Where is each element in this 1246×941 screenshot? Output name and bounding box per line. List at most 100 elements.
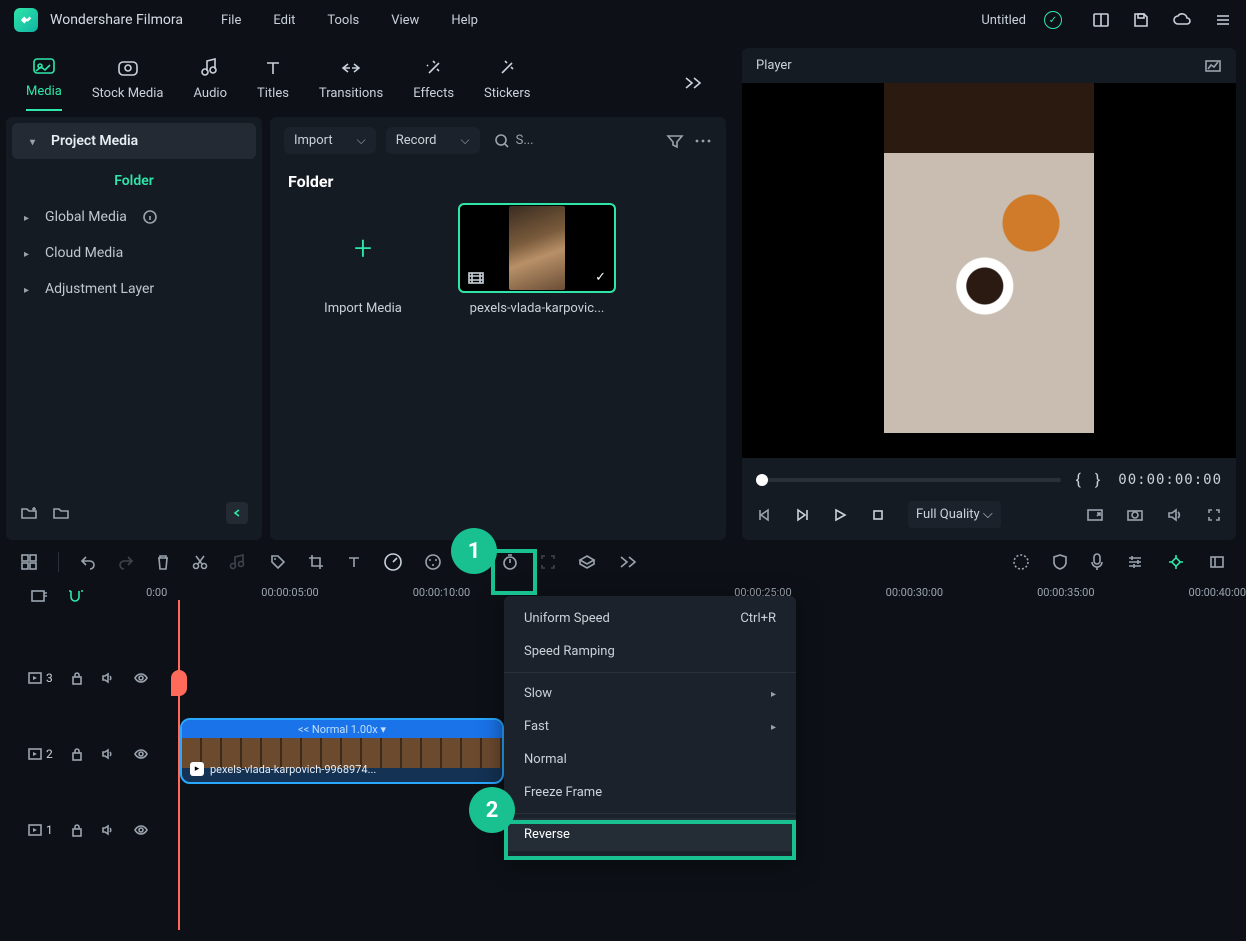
sidebar-cloud-media[interactable]: Cloud Media [6,235,262,271]
sidebar-adjustment-layer[interactable]: Adjustment Layer [6,271,262,307]
mixer-icon[interactable] [1126,554,1144,570]
toolbar-more-icon[interactable] [617,555,639,569]
tab-stock[interactable]: Stock Media [92,56,164,111]
eye-icon[interactable] [133,672,149,684]
fullscreen-icon[interactable] [1206,507,1222,523]
tab-stickers[interactable]: Stickers [484,56,530,111]
layout-icon[interactable] [1092,11,1110,29]
render-icon[interactable] [1012,553,1030,571]
save-icon[interactable] [1132,11,1150,29]
import-media-tile[interactable]: + Import Media [284,203,442,316]
ctx-slow[interactable]: Slow [504,677,796,710]
snapshot-icon[interactable] [1126,508,1144,522]
voiceover-icon[interactable] [1090,552,1104,572]
mute-icon[interactable] [101,748,115,760]
tab-media[interactable]: Media [26,54,62,111]
sidebar-project-media[interactable]: Project Media [12,123,256,159]
tab-transitions[interactable]: Transitions [319,56,383,111]
play-icon[interactable] [832,507,848,523]
sidebar-folder[interactable]: Folder [6,163,262,199]
play-step-icon[interactable] [794,507,810,523]
tab-audio[interactable]: Audio [194,56,227,111]
lock-icon[interactable] [71,747,83,761]
media-tile[interactable]: ✓ pexels-vlada-karpovic... [458,203,616,316]
stickers-icon [496,56,518,80]
main: Media Stock Media Audio Titles Transitio… [0,40,1246,540]
marker-icon[interactable] [1208,554,1226,570]
quality-select[interactable]: Full Quality ⌵ [908,501,1001,528]
crop-icon[interactable] [307,553,325,571]
search-placeholder: S... [516,133,534,148]
prev-frame-icon[interactable] [756,507,772,523]
playhead[interactable] [178,600,180,930]
filter-icon[interactable] [666,133,684,149]
ctx-fast[interactable]: Fast [504,710,796,743]
magnet-icon[interactable] [66,588,84,606]
redo-icon[interactable] [117,554,135,570]
tab-effects[interactable]: Effects [413,56,454,111]
player-panel-wrap: Player { } 00:00:00:00 Full Quality ⌵ [732,40,1246,540]
ctx-freeze-frame[interactable]: Freeze Frame [504,776,796,809]
undo-icon[interactable] [79,554,97,570]
menu-edit[interactable]: Edit [273,13,295,28]
addtrack-icon[interactable] [20,553,38,571]
split-icon[interactable] [191,553,209,571]
clip-speed-bar[interactable]: << Normal 1.00x ▾ [182,720,502,738]
app-logo [14,8,38,32]
mask-icon[interactable] [577,553,597,571]
record-dropdown[interactable]: Record [386,127,480,154]
tag-icon[interactable] [269,553,287,571]
ctx-normal[interactable]: Normal [504,743,796,776]
annotation-highlight-1 [491,549,537,595]
cloud-icon[interactable] [1172,11,1192,29]
menu-view[interactable]: View [391,13,419,28]
text-icon[interactable] [345,553,363,571]
player-preview[interactable] [742,83,1236,458]
audio-beat-icon[interactable] [229,553,249,571]
sidebar-global-media[interactable]: Global Media [6,199,262,235]
more-icon[interactable] [694,138,712,144]
ctx-label: Freeze Frame [524,785,602,800]
ctx-speed-ramping[interactable]: Speed Ramping [504,635,796,668]
mute-icon[interactable] [101,824,115,836]
menu-tools[interactable]: Tools [327,13,359,28]
import-dropdown[interactable]: Import [284,127,376,154]
menu-file[interactable]: File [221,13,241,28]
tabs-more-icon[interactable] [682,75,704,91]
ctx-label: Fast [524,719,549,734]
annotation-badge-1: 1 [451,528,497,574]
mute-icon[interactable] [101,672,115,684]
volume-icon[interactable] [1166,507,1184,523]
lock-icon[interactable] [71,671,83,685]
collapse-icon[interactable] [226,502,248,524]
shield-icon[interactable] [1052,553,1068,571]
ctx-uniform-speed[interactable]: Uniform SpeedCtrl+R [504,602,796,635]
color-icon[interactable] [423,552,443,572]
delete-icon[interactable] [155,553,171,571]
search-input[interactable]: S... [494,133,534,149]
track-add-icon[interactable] [30,588,48,606]
scrub-bar[interactable] [756,478,1061,482]
stop-icon[interactable] [870,507,886,523]
hamburger-icon[interactable] [1214,11,1232,29]
dropdown-label: Import [294,133,333,148]
eye-icon[interactable] [133,748,149,760]
keyframe-icon[interactable] [1166,552,1186,572]
expand-icon[interactable] [539,553,557,571]
speed-icon[interactable] [383,552,403,572]
detach-icon[interactable] [1086,508,1104,522]
mark-in-icon[interactable]: { [1075,470,1080,489]
tab-titles[interactable]: Titles [257,56,289,111]
titlebar-actions [1092,11,1232,29]
menu-help[interactable]: Help [451,13,478,28]
timeline-clip[interactable]: << Normal 1.00x ▾ pexels-vlada-karpovich… [180,718,504,784]
scrub-row: { } 00:00:00:00 [742,466,1236,489]
lock-icon[interactable] [71,823,83,837]
ctx-label: Speed Ramping [524,644,615,659]
folder-icon[interactable] [52,505,70,521]
player-panel: Player { } 00:00:00:00 Full Quality ⌵ [742,48,1236,540]
scope-icon[interactable] [1204,59,1222,73]
mark-out-icon[interactable]: } [1095,470,1100,489]
new-folder-icon[interactable] [20,505,38,521]
eye-icon[interactable] [133,824,149,836]
